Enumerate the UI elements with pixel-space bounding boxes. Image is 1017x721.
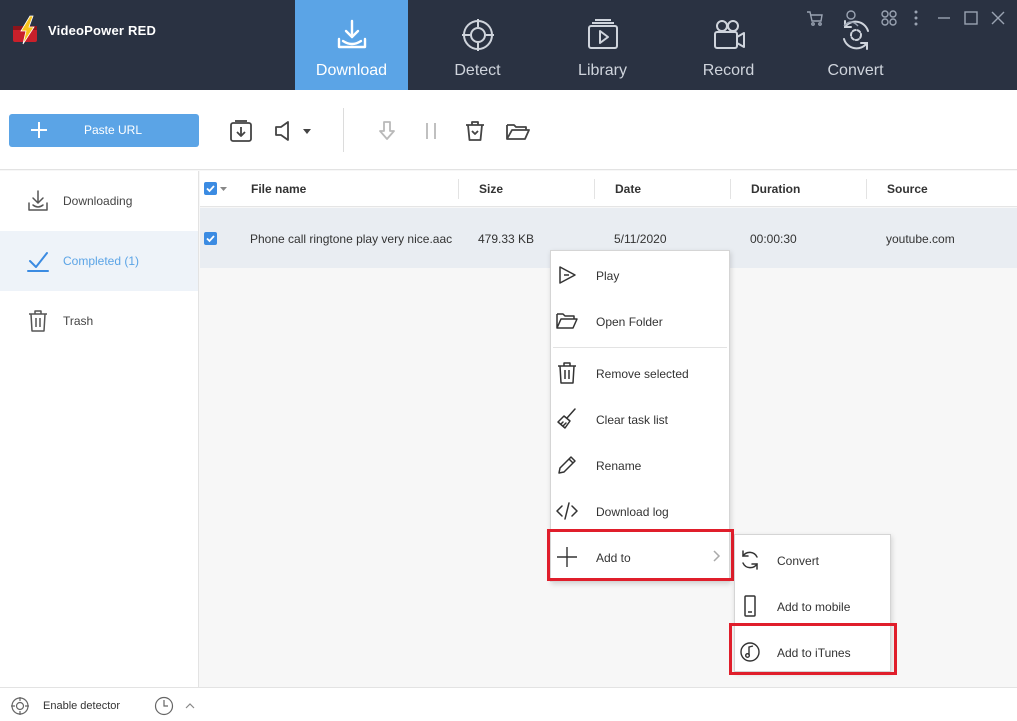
library-play-icon [587, 19, 618, 49]
close-icon[interactable] [989, 9, 1007, 27]
cell-source: youtube.com [886, 232, 955, 246]
menu-item-download-log[interactable]: Download log [551, 488, 729, 534]
tab-detect-label: Detect [454, 62, 501, 79]
app-logo: VideoPower RED [10, 14, 156, 46]
pause-icon[interactable] [418, 118, 444, 144]
column-divider [730, 179, 731, 199]
refresh-icon [742, 550, 758, 570]
menu-item-label: Remove selected [596, 367, 689, 381]
menu-item-remove-selected[interactable]: Remove selected [551, 350, 729, 396]
column-divider [866, 179, 867, 199]
cell-size: 479.33 KB [478, 232, 535, 246]
minimize-icon[interactable] [935, 9, 953, 27]
column-divider [458, 179, 459, 199]
menu-item-clear-task-list[interactable]: Clear task list [551, 396, 729, 442]
tab-convert-label: Convert [827, 62, 884, 79]
play-icon [559, 266, 576, 284]
sidebar-item-trash[interactable]: Trash [0, 291, 198, 351]
clock-icon[interactable] [154, 696, 174, 716]
cell-date: 5/11/2020 [614, 232, 667, 246]
maximize-icon[interactable] [962, 9, 980, 27]
menu-item-play[interactable]: Play [551, 252, 729, 298]
sidebar-item-downloading[interactable]: Downloading [0, 171, 198, 231]
menu-item-label: Play [596, 269, 620, 283]
code-icon [556, 502, 578, 520]
download-to-icon[interactable] [228, 118, 254, 144]
cell-file-name: Phone call ringtone play very nice.aac [250, 232, 453, 246]
enable-detector-label[interactable]: Enable detector [43, 700, 120, 712]
broom-icon [557, 408, 576, 429]
delete-task-icon[interactable] [462, 118, 488, 144]
submenu-item-convert[interactable]: Convert [735, 536, 890, 582]
menu-item-open-folder[interactable]: Open Folder [551, 298, 729, 344]
submenu-item-label: Add to mobile [777, 600, 851, 614]
paste-url-label: Paste URL [83, 123, 143, 137]
menu-item-label: Clear task list [596, 413, 669, 427]
sidebar-item-label: Completed (1) [63, 254, 140, 268]
tab-record[interactable]: Record [672, 0, 785, 90]
download-icon [28, 190, 48, 211]
select-all-checkbox[interactable] [204, 182, 217, 195]
tab-record-label: Record [702, 62, 755, 79]
check-icon [27, 252, 49, 272]
resume-download-icon[interactable] [374, 118, 400, 144]
chevron-down-icon[interactable] [300, 118, 314, 144]
tab-library-label: Library [578, 62, 627, 79]
open-folder-icon[interactable] [505, 118, 531, 144]
pencil-icon [558, 456, 576, 474]
target-icon [461, 19, 494, 51]
submenu-item-add-to-mobile[interactable]: Add to mobile [735, 582, 890, 628]
tab-detect[interactable]: Detect [421, 0, 534, 90]
app-title: VideoPower RED [48, 22, 157, 38]
menu-divider [553, 347, 727, 348]
chevron-down-icon[interactable] [219, 185, 228, 193]
detector-icon[interactable] [10, 696, 30, 716]
toolbar-divider [343, 108, 344, 152]
menu-item-label: Rename [596, 459, 642, 473]
sidebar-item-label: Downloading [63, 194, 133, 208]
row-checkbox[interactable] [204, 232, 217, 245]
apps-icon[interactable] [880, 9, 898, 27]
cell-duration: 00:00:30 [750, 232, 797, 246]
cart-icon[interactable] [806, 9, 824, 27]
paste-url-button[interactable]: Paste URL [9, 114, 199, 147]
sidebar-item-label: Trash [63, 314, 94, 328]
sidebar: Downloading Completed (1) Trash [0, 171, 199, 687]
download-tray-icon [337, 19, 366, 49]
mobile-icon [744, 595, 756, 617]
submenu-item-label: Convert [777, 554, 820, 568]
menu-item-label: Download log [596, 505, 669, 519]
user-icon[interactable] [842, 9, 860, 27]
column-header-size[interactable]: Size [479, 182, 503, 196]
tab-library[interactable]: Library [546, 0, 659, 90]
column-divider [594, 179, 595, 199]
column-header-file-name[interactable]: File name [251, 182, 306, 196]
highlight-add-to-itunes [729, 623, 897, 675]
tab-download[interactable]: Download [295, 0, 408, 90]
table-header: File name Size Date Duration Source [200, 171, 1017, 207]
trash-icon [558, 362, 576, 384]
more-menu-icon[interactable] [907, 9, 925, 27]
column-header-duration[interactable]: Duration [751, 182, 800, 196]
folder-open-icon [556, 313, 578, 329]
menu-item-label: Open Folder [596, 315, 663, 329]
status-bar: Enable detector [0, 687, 1017, 721]
column-header-date[interactable]: Date [615, 182, 641, 196]
videopower-logo-icon [13, 15, 37, 45]
app-header: VideoPower RED Download Detect Library R… [0, 0, 1017, 90]
audio-mode-icon[interactable] [272, 118, 298, 144]
trash-icon [29, 310, 47, 332]
toolbar: Paste URL [0, 90, 1017, 170]
tab-download-label: Download [315, 62, 388, 79]
video-camera-icon [713, 20, 745, 49]
menu-item-rename[interactable]: Rename [551, 442, 729, 488]
chevron-up-icon[interactable] [183, 696, 197, 716]
sidebar-item-completed[interactable]: Completed (1) [0, 231, 198, 291]
highlight-add-to [547, 529, 734, 581]
column-header-source[interactable]: Source [887, 182, 928, 196]
